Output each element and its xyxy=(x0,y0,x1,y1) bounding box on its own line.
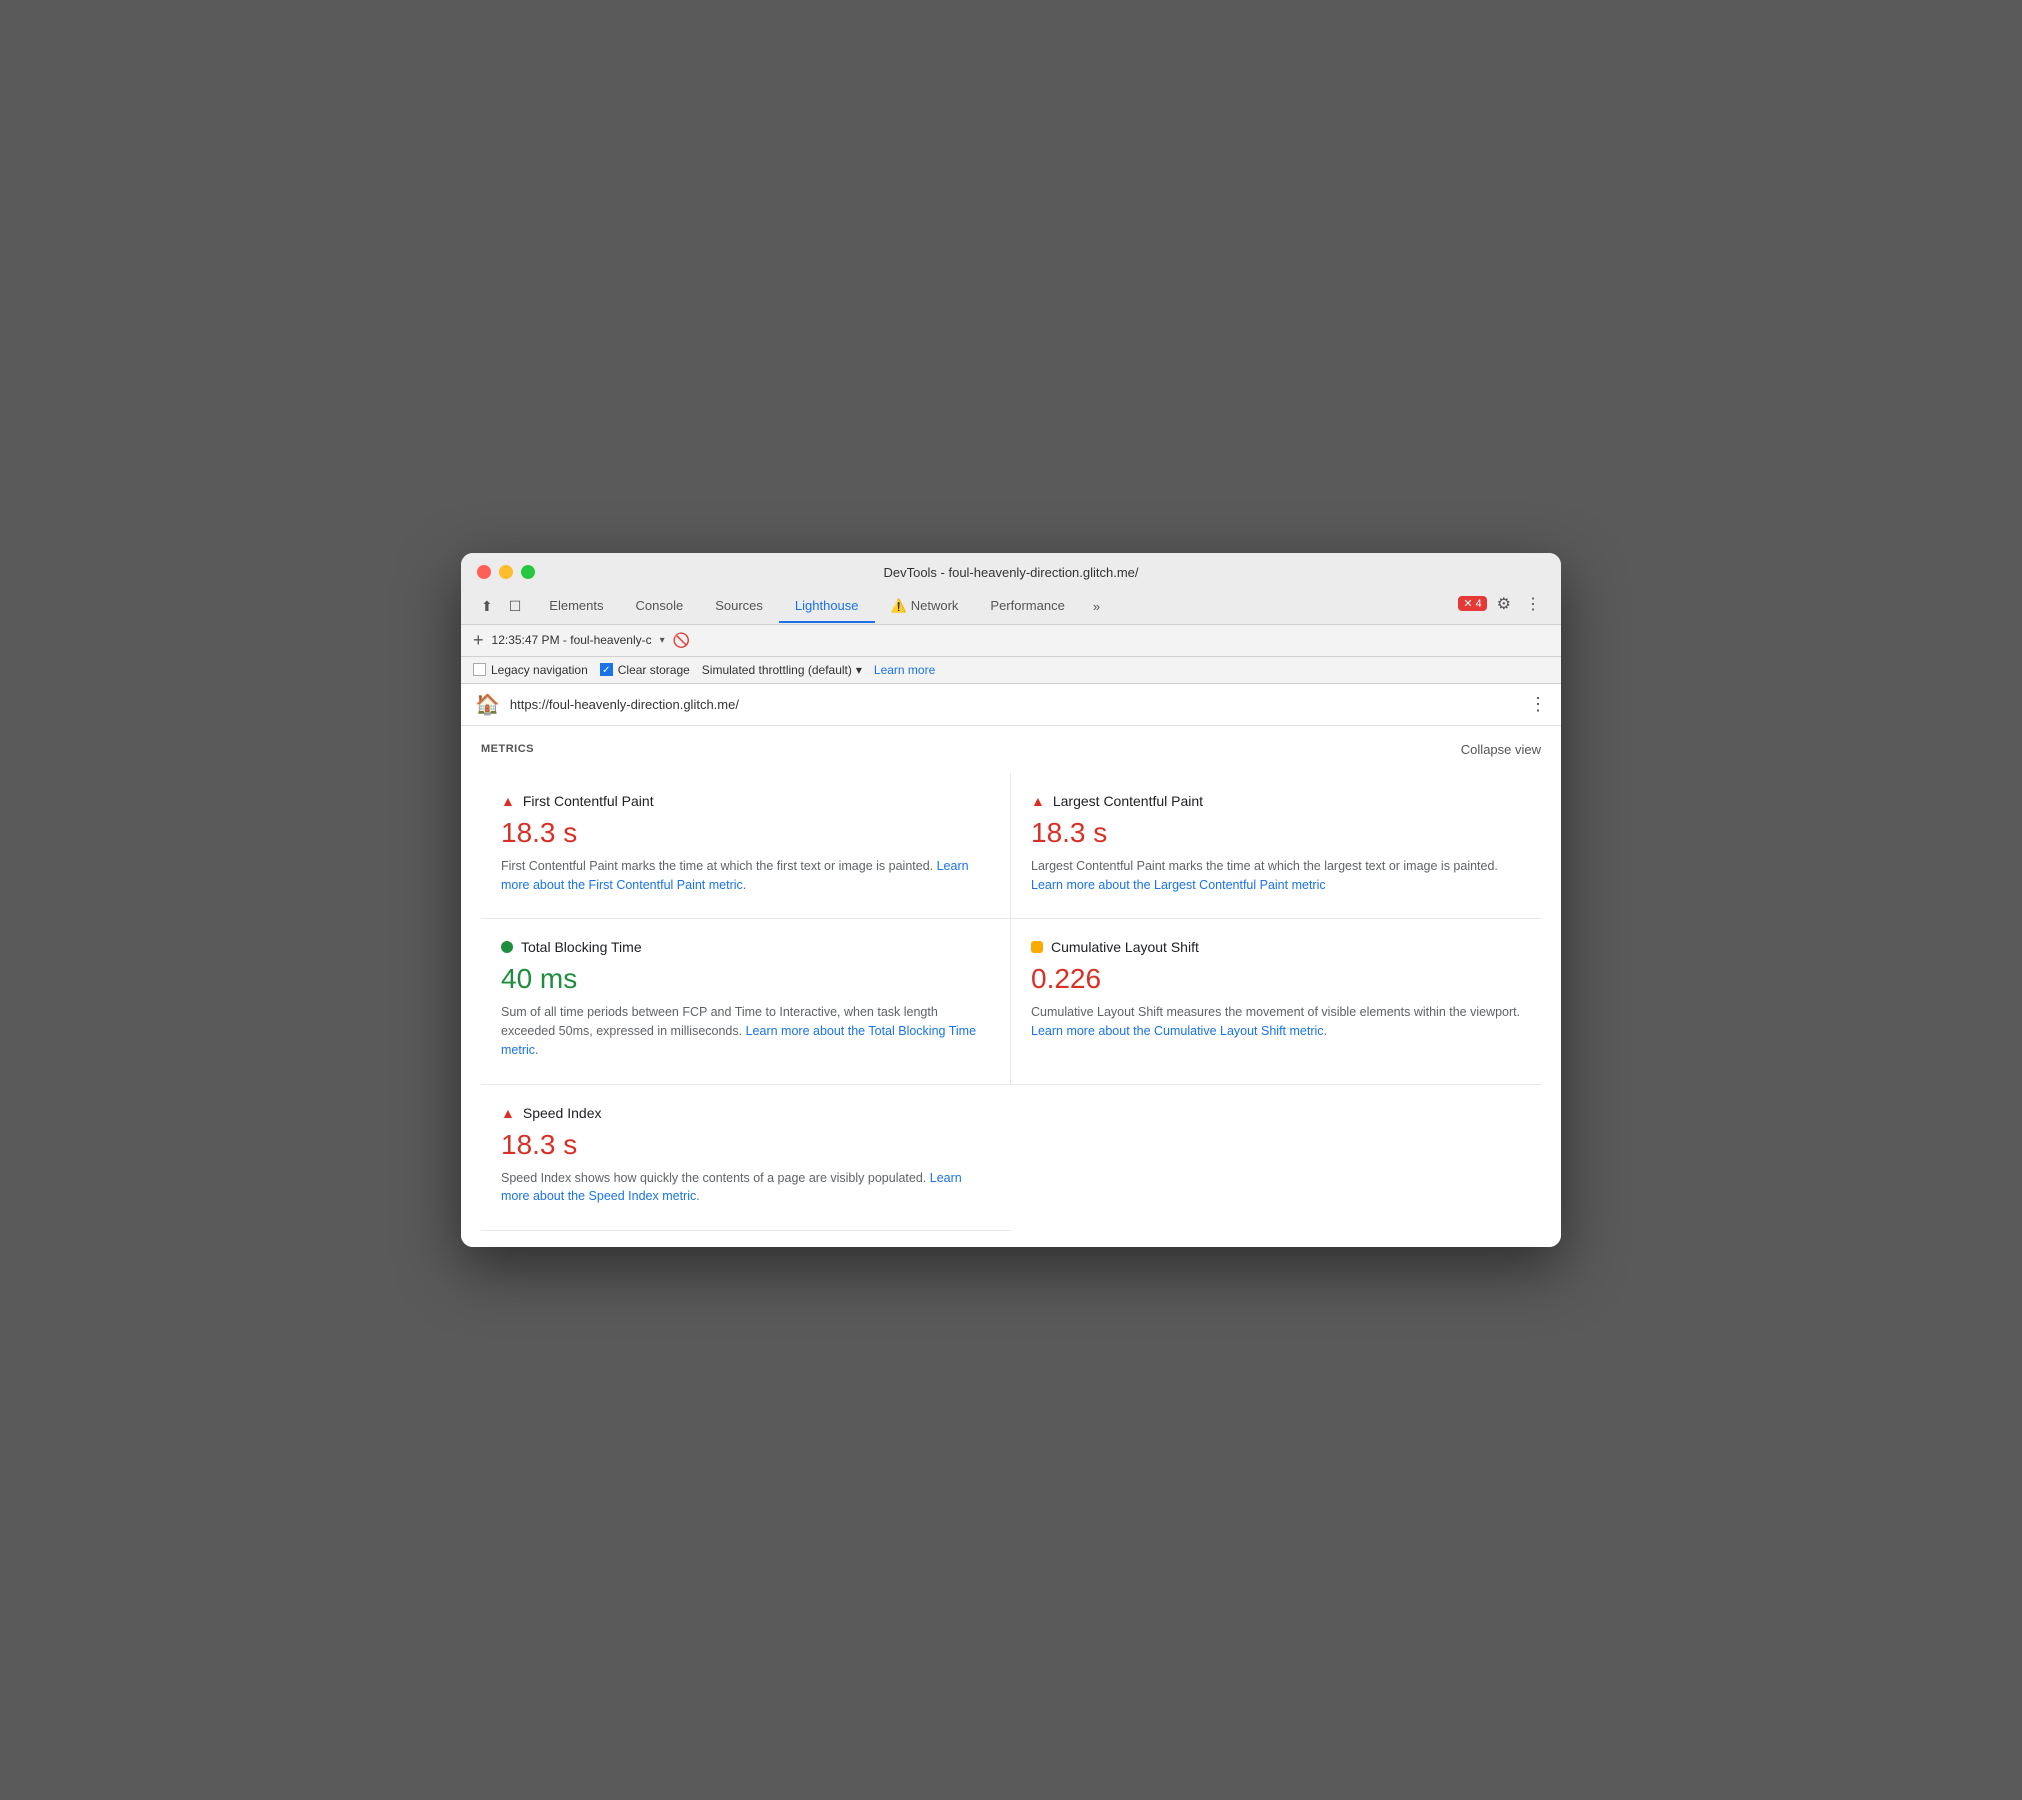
lcp-learn-more[interactable]: Learn more about the Largest Contentful … xyxy=(1031,878,1326,892)
metrics-grid: ▲ First Contentful Paint 18.3 s First Co… xyxy=(481,773,1541,1231)
metric-empty xyxy=(1011,1085,1541,1232)
metric-tbt: Total Blocking Time 40 ms Sum of all tim… xyxy=(481,919,1011,1084)
fcp-description: First Contentful Paint marks the time at… xyxy=(501,857,990,895)
tab-elements[interactable]: Elements xyxy=(533,590,619,623)
lcp-description: Largest Contentful Paint marks the time … xyxy=(1031,857,1521,895)
url-bar: 🏠 https://foul-heavenly-direction.glitch… xyxy=(461,684,1561,726)
metric-cls: Cumulative Layout Shift 0.226 Cumulative… xyxy=(1011,919,1541,1084)
metric-fcp-header: ▲ First Contentful Paint xyxy=(501,793,990,809)
metric-si: ▲ Speed Index 18.3 s Speed Index shows h… xyxy=(481,1085,1011,1232)
metric-lcp-header: ▲ Largest Contentful Paint xyxy=(1031,793,1521,809)
session-dropdown[interactable]: ▾ xyxy=(660,635,665,646)
legacy-navigation-item[interactable]: Legacy navigation xyxy=(473,663,588,677)
si-value: 18.3 s xyxy=(501,1129,991,1161)
tab-network[interactable]: ⚠️Network xyxy=(875,590,975,624)
metric-si-header: ▲ Speed Index xyxy=(501,1105,991,1121)
cls-status-icon xyxy=(1031,941,1043,953)
legacy-navigation-label: Legacy navigation xyxy=(491,663,588,677)
devtools-icons: ⬆ ☐ xyxy=(477,594,525,619)
cursor-icon[interactable]: ⬆ xyxy=(477,594,497,619)
metric-fcp: ▲ First Contentful Paint 18.3 s First Co… xyxy=(481,773,1011,920)
title-bar: DevTools - foul-heavenly-direction.glitc… xyxy=(461,553,1561,625)
minimize-button[interactable] xyxy=(499,565,513,579)
lighthouse-icon: 🏠 xyxy=(475,692,500,717)
throttling-dropdown[interactable]: Simulated throttling (default) ▾ xyxy=(702,663,862,677)
tbt-status-icon xyxy=(501,941,513,953)
url-menu-button[interactable]: ⋮ xyxy=(1529,694,1547,715)
si-name: Speed Index xyxy=(523,1105,602,1121)
cls-name: Cumulative Layout Shift xyxy=(1051,939,1199,955)
tbt-name: Total Blocking Time xyxy=(521,939,642,955)
metric-lcp: ▲ Largest Contentful Paint 18.3 s Larges… xyxy=(1011,773,1541,920)
lcp-value: 18.3 s xyxy=(1031,817,1521,849)
lcp-name: Largest Contentful Paint xyxy=(1053,793,1203,809)
metric-cls-header: Cumulative Layout Shift xyxy=(1031,939,1521,955)
lcp-status-icon: ▲ xyxy=(1031,793,1045,809)
throttling-label: Simulated throttling (default) xyxy=(702,663,852,677)
cls-learn-more[interactable]: Learn more about the Cumulative Layout S… xyxy=(1031,1024,1324,1038)
more-options-icon[interactable]: ⋮ xyxy=(1521,590,1545,618)
fcp-status-icon: ▲ xyxy=(501,793,515,809)
fcp-value: 18.3 s xyxy=(501,817,990,849)
clear-storage-checkbox[interactable]: ✓ xyxy=(600,663,613,676)
error-icon: ✕ xyxy=(1463,597,1472,610)
block-icon[interactable]: 🚫 xyxy=(673,632,690,649)
timestamp-toolbar: + 12:35:47 PM - foul-heavenly-c ▾ 🚫 xyxy=(461,625,1561,657)
clear-storage-label: Clear storage xyxy=(618,663,690,677)
collapse-button[interactable]: Collapse view xyxy=(1461,742,1541,757)
error-count: 4 xyxy=(1476,598,1482,610)
close-button[interactable] xyxy=(477,565,491,579)
settings-icon[interactable]: ⚙ xyxy=(1493,590,1515,618)
inspect-icon[interactable]: ☐ xyxy=(505,594,526,619)
timestamp-label: 12:35:47 PM - foul-heavenly-c xyxy=(492,633,652,647)
cls-value: 0.226 xyxy=(1031,963,1521,995)
si-description: Speed Index shows how quickly the conten… xyxy=(501,1169,991,1207)
window-title: DevTools - foul-heavenly-direction.glitc… xyxy=(883,565,1138,580)
metric-tbt-header: Total Blocking Time xyxy=(501,939,990,955)
warning-icon: ⚠️ xyxy=(891,598,907,613)
metrics-title: METRICS xyxy=(481,743,534,755)
tab-console[interactable]: Console xyxy=(620,590,700,623)
add-session-button[interactable]: + xyxy=(473,630,484,651)
legacy-navigation-checkbox[interactable] xyxy=(473,663,486,676)
devtools-window: DevTools - foul-heavenly-direction.glitc… xyxy=(461,553,1561,1247)
tab-performance[interactable]: Performance xyxy=(974,590,1080,623)
tab-sources[interactable]: Sources xyxy=(699,590,779,623)
fcp-name: First Contentful Paint xyxy=(523,793,654,809)
error-badge: ✕ 4 xyxy=(1458,596,1486,611)
tab-more-button[interactable]: » xyxy=(1083,591,1110,622)
tab-bar-right: ✕ 4 ⚙ ⋮ xyxy=(1458,590,1545,624)
throttling-arrow: ▾ xyxy=(856,663,862,677)
si-status-icon: ▲ xyxy=(501,1105,515,1121)
cls-description: Cumulative Layout Shift measures the mov… xyxy=(1031,1003,1521,1041)
main-content: METRICS Collapse view ▲ First Contentful… xyxy=(461,726,1561,1247)
maximize-button[interactable] xyxy=(521,565,535,579)
metrics-header: METRICS Collapse view xyxy=(481,742,1541,757)
tab-bar: ⬆ ☐ Elements Console Sources Lighthouse … xyxy=(477,590,1545,624)
tbt-description: Sum of all time periods between FCP and … xyxy=(501,1003,990,1059)
options-toolbar: Legacy navigation ✓ Clear storage Simula… xyxy=(461,657,1561,684)
tab-lighthouse[interactable]: Lighthouse xyxy=(779,590,875,623)
learn-more-link[interactable]: Learn more xyxy=(874,663,935,677)
url-text: https://foul-heavenly-direction.glitch.m… xyxy=(510,697,1519,712)
window-controls xyxy=(477,565,535,579)
clear-storage-item[interactable]: ✓ Clear storage xyxy=(600,663,690,677)
tbt-value: 40 ms xyxy=(501,963,990,995)
